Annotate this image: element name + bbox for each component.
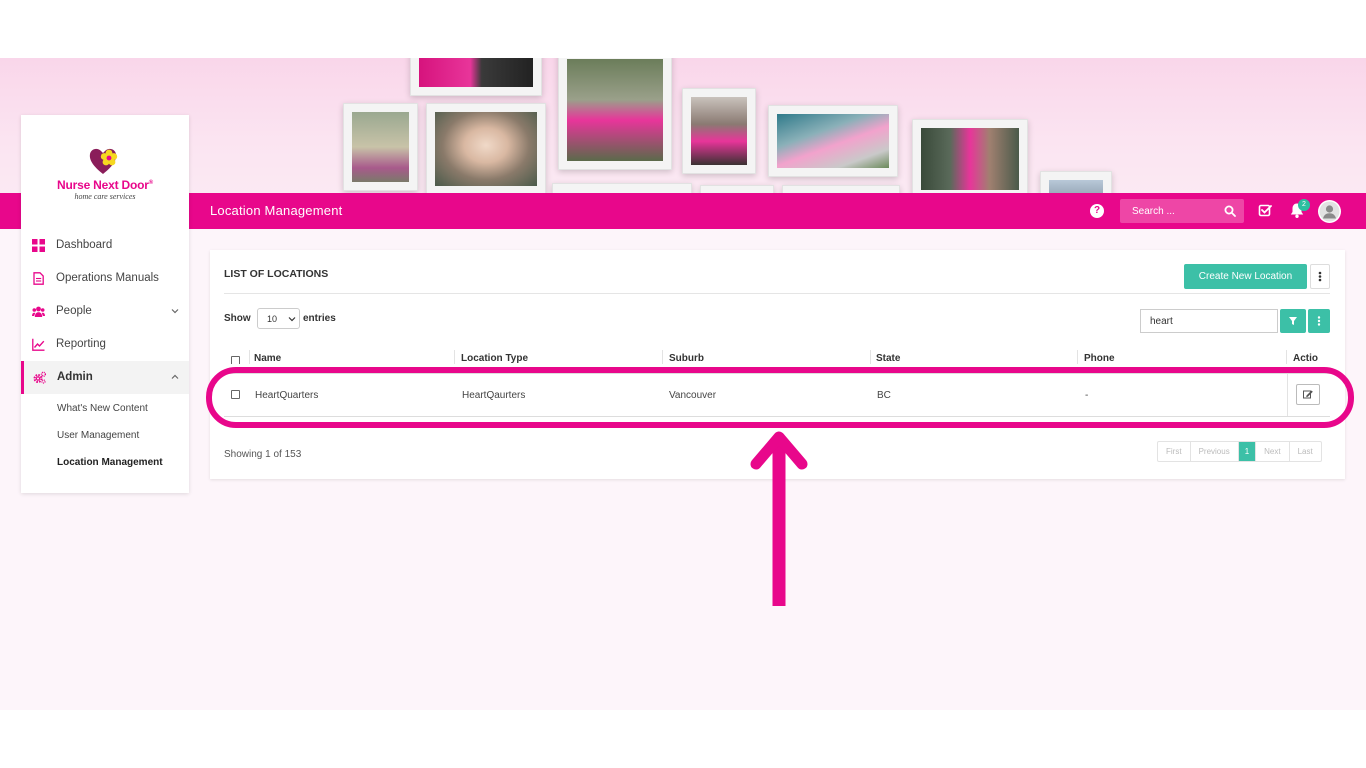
grid-icon	[32, 239, 45, 252]
chevron-down-icon	[288, 317, 296, 322]
photo-frame	[410, 58, 542, 96]
sidebar-item-label: Operations Manuals	[56, 272, 159, 284]
avatar[interactable]	[1318, 200, 1341, 223]
sidebar-item-dashboard[interactable]: Dashboard	[21, 229, 189, 262]
table-info: Showing 1 of 153	[224, 449, 302, 460]
sidebar-subitem-user-management[interactable]: User Management	[57, 430, 139, 441]
photo-frame	[552, 183, 692, 193]
photo-frame	[558, 58, 672, 170]
user-avatar-icon	[1319, 201, 1340, 222]
table-header: Name Location Type Suburb State Phone Ac…	[224, 350, 1330, 364]
sidebar-item-label: Dashboard	[56, 239, 113, 251]
column-separator	[454, 350, 455, 364]
chevron-down-icon	[171, 309, 179, 314]
users-icon	[32, 306, 45, 317]
photo-frame	[782, 185, 900, 193]
column-separator	[1077, 350, 1078, 364]
show-label: Show	[224, 313, 251, 324]
entries-label: entries	[303, 313, 336, 324]
select-all-checkbox[interactable]	[231, 356, 240, 364]
pagination-next[interactable]: Next	[1256, 442, 1290, 461]
pagination-last[interactable]: Last	[1290, 442, 1321, 461]
divider	[224, 293, 1330, 294]
sidebar: Nurse Next Door® home care services Dash…	[21, 115, 189, 493]
filter-icon	[1289, 317, 1297, 325]
column-header-name[interactable]: Name	[254, 353, 281, 364]
sidebar-subitem-location-management[interactable]: Location Management	[57, 457, 163, 468]
filter-button[interactable]	[1280, 309, 1306, 333]
vertical-dots-icon	[1317, 316, 1321, 326]
cogs-icon	[33, 371, 46, 384]
top-bar: Location Management ? 2	[0, 193, 1366, 229]
photo-frame	[682, 88, 756, 174]
create-new-location-button[interactable]: Create New Location	[1184, 264, 1307, 289]
sidebar-item-people[interactable]: People	[21, 295, 189, 328]
photo-frame	[912, 119, 1028, 193]
pagination-page-1[interactable]: 1	[1238, 442, 1257, 461]
chart-line-icon	[32, 338, 45, 351]
sidebar-item-admin[interactable]: Admin	[21, 361, 189, 394]
brand-name: Nurse Next Door®	[57, 178, 153, 192]
search-icon[interactable]	[1224, 205, 1236, 217]
column-separator	[1286, 350, 1287, 364]
vertical-dots-icon	[1318, 271, 1322, 282]
photo-frame	[343, 103, 418, 191]
pagination-first[interactable]: First	[1158, 442, 1191, 461]
sidebar-item-label: Reporting	[56, 338, 106, 350]
photo-frame	[1040, 171, 1112, 193]
column-separator	[662, 350, 663, 364]
sidebar-item-reporting[interactable]: Reporting	[21, 328, 189, 361]
sidebar-item-label: People	[56, 305, 92, 317]
brand-logo[interactable]: Nurse Next Door® home care services	[21, 115, 189, 229]
column-separator	[249, 350, 250, 364]
search-input[interactable]	[1120, 199, 1220, 223]
column-separator	[870, 350, 871, 364]
document-icon	[33, 272, 44, 285]
sidebar-item-operations-manuals[interactable]: Operations Manuals	[21, 262, 189, 295]
page-title: Location Management	[210, 203, 343, 218]
card-more-button[interactable]	[1310, 264, 1330, 289]
page-length-value: 10	[267, 314, 278, 324]
table-search-input[interactable]	[1140, 309, 1278, 333]
tasks-check-icon[interactable]	[1258, 203, 1273, 218]
hero-banner	[0, 58, 1366, 193]
photo-frame	[700, 185, 774, 193]
column-header-state[interactable]: State	[876, 353, 900, 364]
heart-flower-logo-icon	[89, 148, 118, 174]
search-box	[1120, 199, 1244, 223]
brand-tagline: home care services	[74, 192, 136, 201]
highlight-ring	[206, 367, 1354, 428]
pagination-previous[interactable]: Previous	[1191, 442, 1239, 461]
table-options-button[interactable]	[1308, 309, 1330, 333]
column-header-phone[interactable]: Phone	[1084, 353, 1115, 364]
arrow-up-icon	[750, 431, 808, 606]
column-header-suburb[interactable]: Suburb	[669, 353, 704, 364]
page-length-select[interactable]: 10	[257, 308, 300, 329]
chevron-up-icon	[171, 374, 179, 379]
photo-frame	[768, 105, 898, 177]
column-header-actions: Actio	[1293, 353, 1318, 364]
pagination: First Previous 1 Next Last	[1157, 441, 1322, 462]
card-title: LIST OF LOCATIONS	[224, 268, 329, 280]
help-icon[interactable]: ?	[1090, 204, 1104, 218]
column-header-location-type[interactable]: Location Type	[461, 353, 528, 364]
notification-badge: 2	[1298, 199, 1310, 211]
sidebar-item-label: Admin	[57, 371, 93, 383]
sidebar-subitem-whats-new[interactable]: What's New Content	[57, 403, 148, 414]
photo-frame	[426, 103, 546, 193]
